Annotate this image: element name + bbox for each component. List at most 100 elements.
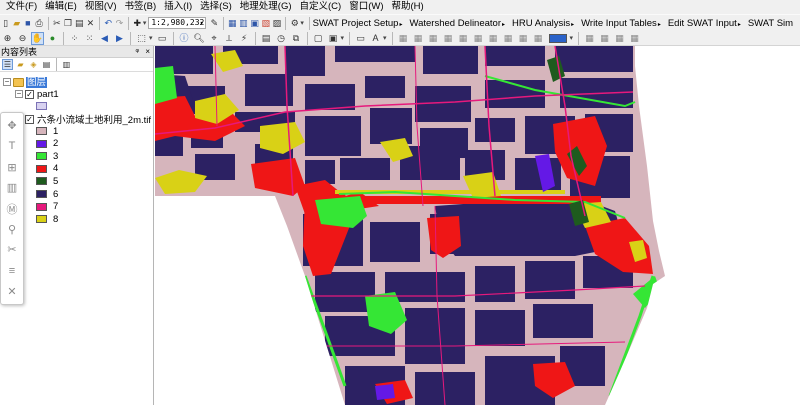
html-popup-icon[interactable]: ▤ [260,32,273,45]
chevron-down-icon[interactable]: ▾ [300,19,304,27]
draw-text-icon[interactable]: A [369,32,382,45]
arctoolbox-icon[interactable]: ▧ [261,17,270,30]
raster-layer[interactable]: − ✓ 六条小流域土地利用_2m.tif [15,112,151,126]
hyperlink-icon[interactable]: ⚡ [238,32,251,45]
georef-layer-icon[interactable]: ▢ [312,32,325,45]
effects-tool-4-icon[interactable]: ▦ [442,32,455,45]
menu-file[interactable]: 文件(F) [3,0,42,14]
forward-extent-icon[interactable]: ▶ [113,32,126,45]
menu-geoprocessing[interactable]: 地理处理(G) [237,0,297,14]
map-view[interactable] [155,46,800,405]
effects-tool-5-icon[interactable]: ▦ [457,32,470,45]
save-icon[interactable]: ■ [23,17,32,30]
redo-icon[interactable]: ↷ [115,17,124,30]
close-icon[interactable]: ✕ [4,283,20,299]
layer-visibility-checkbox[interactable]: ✓ [25,89,34,99]
legend-swatch[interactable] [36,152,47,161]
table-of-contents-icon[interactable]: ▦ [228,17,237,30]
layout-tool-1-icon[interactable]: ▦ [583,32,596,45]
identify-icon[interactable]: ⓘ [178,32,191,45]
go-to-xy-icon[interactable]: ⌖ [208,32,221,45]
chevron-down-icon[interactable]: ▾ [570,34,574,42]
close-icon[interactable]: × [145,46,150,58]
layout-tool-2-icon[interactable]: ▦ [598,32,611,45]
layout-tool-4-icon[interactable]: ▦ [628,32,641,45]
chevron-down-icon[interactable]: ▾ [149,34,153,42]
legend-swatch[interactable] [36,202,47,211]
chevron-down-icon[interactable]: ▾ [200,18,204,28]
collapse-icon[interactable]: − [15,90,23,98]
open-folder-icon[interactable]: ▰ [12,17,21,30]
find-icon[interactable]: 🔍︎ [193,32,206,45]
layers-node[interactable]: − 图层 [3,76,48,88]
menu-windows[interactable]: 窗口(W) [346,0,388,14]
measure-frame-icon[interactable]: Ⓜ [4,201,20,217]
color-picker[interactable] [548,33,567,43]
paste-icon[interactable]: ▤ [75,17,84,30]
georef-tool-icon[interactable]: ▣ [327,32,340,45]
python-window-icon[interactable]: ▨ [272,17,282,30]
delete-icon[interactable]: ✕ [86,17,95,30]
zoom-out-icon[interactable]: ⊖ [16,32,29,45]
menu-edit-swat-input[interactable]: Edit SWAT Input▸ [668,18,741,29]
map-scale-input[interactable]: 1:2,980,232,239▾ [148,17,206,29]
copy-icon[interactable]: ❐ [63,17,72,30]
new-document-icon[interactable]: ▯ [1,17,10,30]
menu-swat-project-setup[interactable]: SWAT Project Setup▸ [313,18,403,29]
legend-swatch[interactable] [36,190,47,198]
group-layer-part1[interactable]: − ✓ part1 [15,88,59,100]
legend-swatch[interactable] [36,139,47,148]
legend-swatch[interactable] [36,127,47,135]
pan-icon[interactable]: ✋ [31,31,44,45]
effects-tool-10-icon[interactable]: ▦ [532,32,545,45]
toc-options-icon[interactable]: ▥ [61,59,72,70]
menu-customize[interactable]: 自定义(C) [297,0,347,14]
effects-tool-9-icon[interactable]: ▦ [517,32,530,45]
menu-help[interactable]: 帮助(H) [389,0,429,14]
scissors-icon[interactable]: ✂ [4,242,20,258]
legend-swatch[interactable] [36,215,47,224]
print-icon[interactable]: ⎙ [34,17,43,30]
effects-tool-8-icon[interactable]: ▦ [502,32,515,45]
pin-icon[interactable]: ᵠ [135,46,139,58]
menu-view[interactable]: 视图(V) [82,0,122,14]
list-by-source-icon[interactable]: ▰ [15,59,26,70]
cut-icon[interactable]: ✂ [52,17,61,30]
effects-tool-2-icon[interactable]: ▦ [412,32,425,45]
group-symbol-swatch[interactable] [36,102,47,110]
menu-swat-simulation[interactable]: SWAT Sim [748,18,793,29]
measure-icon[interactable]: ⟂ [223,32,236,45]
list-by-visibility-icon[interactable]: ◈ [28,59,39,70]
menu-write-input-tables[interactable]: Write Input Tables▸ [581,18,661,29]
back-extent-icon[interactable]: ◀ [98,32,111,45]
effects-tool-3-icon[interactable]: ▦ [427,32,440,45]
clear-selection-icon[interactable]: ▭ [156,32,169,45]
layer-visibility-checkbox[interactable]: ✓ [25,114,34,124]
search-icon[interactable]: ⚲ [4,222,20,238]
draw-icon[interactable]: ▭ [354,32,367,45]
fixed-zoom-out-icon[interactable]: ⁙ [83,32,96,45]
editor-toolbar-icon[interactable]: ✎ [210,17,219,30]
group-layer-label[interactable]: part1 [37,89,59,100]
list-by-drawing-order-icon[interactable]: ☰ [2,59,13,70]
select-features-icon[interactable]: ⬚ [135,32,148,45]
effects-tool-6-icon[interactable]: ▦ [472,32,485,45]
full-extent-icon[interactable]: ● [46,32,59,45]
time-slider-icon[interactable]: ◷ [275,32,288,45]
catalog-window-icon[interactable]: ▥ [239,17,248,30]
raster-layer-label[interactable]: 六条小流域土地利用_2m.tif [37,112,151,126]
menu-watershed-delineator[interactable]: Watershed Delineator▸ [409,18,505,29]
zoom-in-icon[interactable]: ⊕ [1,32,14,45]
menu-selection[interactable]: 选择(S) [197,0,237,14]
legend-swatch[interactable] [36,164,47,173]
chevron-down-icon[interactable]: ▾ [383,34,387,42]
list-icon[interactable]: ≡ [4,263,20,279]
navigate-icon[interactable]: ✥ [4,118,20,134]
collapse-icon[interactable]: − [3,78,11,86]
chevron-down-icon[interactable]: ▾ [341,34,345,42]
grid-icon[interactable]: ⊞ [4,159,20,175]
legend-swatch[interactable] [36,177,47,186]
chevron-down-icon[interactable]: ▾ [143,19,147,27]
fixed-zoom-in-icon[interactable]: ⁘ [68,32,81,45]
list-by-selection-icon[interactable]: ▤ [41,59,52,70]
